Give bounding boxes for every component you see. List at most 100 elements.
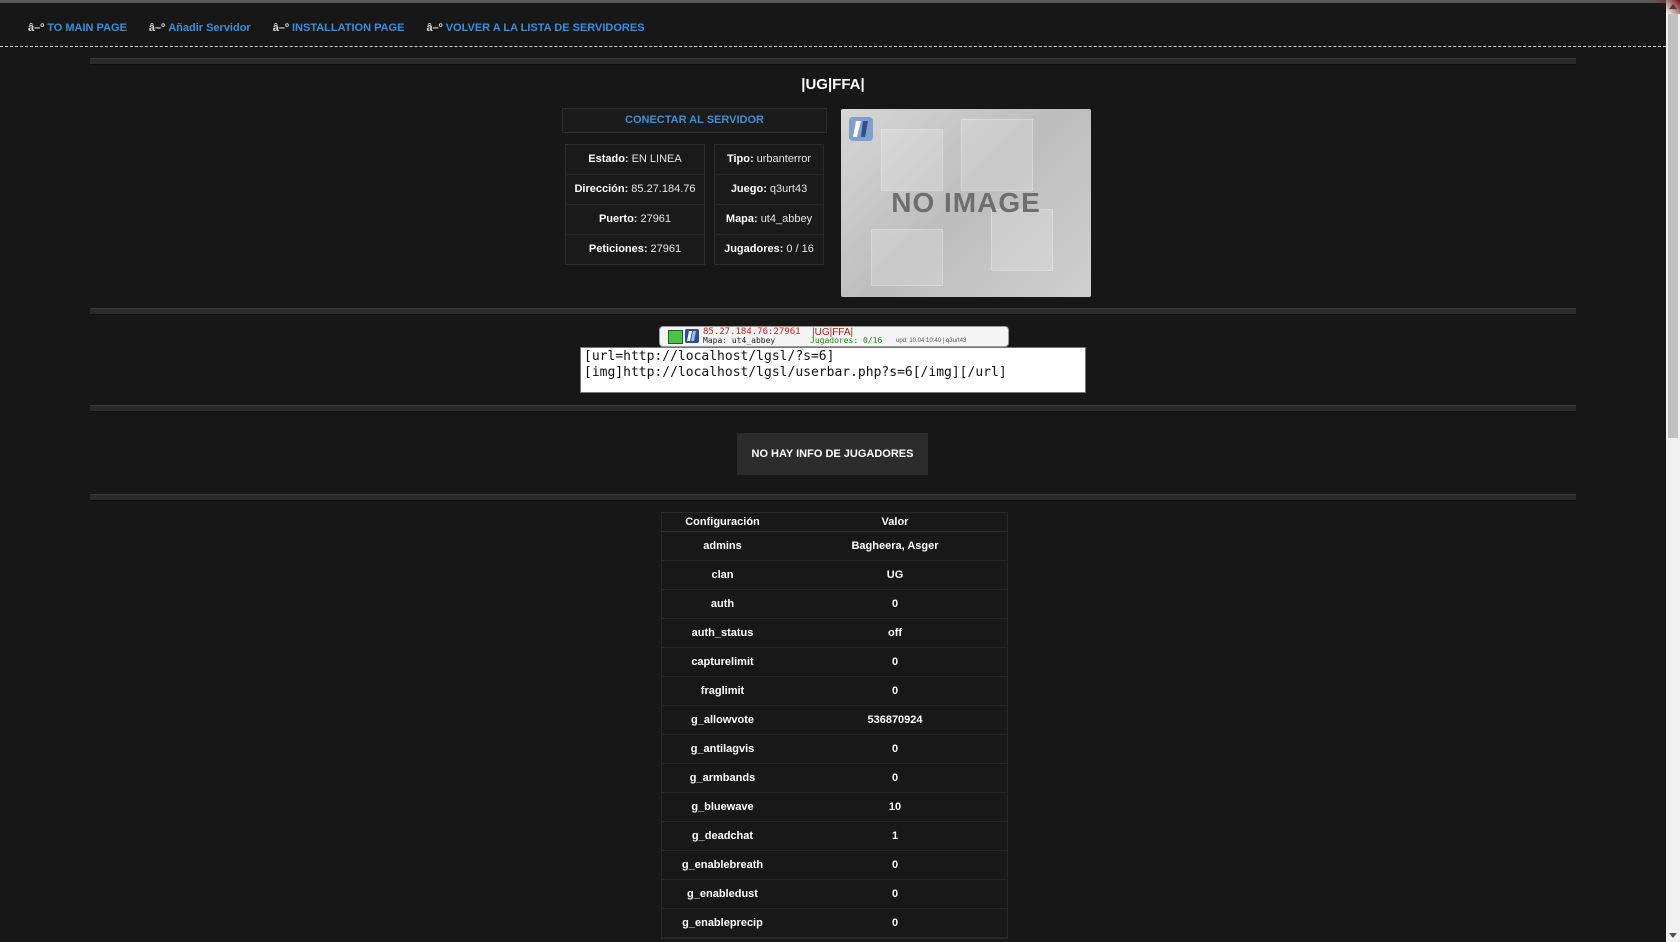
nav-link-add-server[interactable]: â–º Añadir Servidor <box>149 22 251 34</box>
info-value: 27961 <box>640 213 672 225</box>
info-value: 0 / 16 <box>786 243 814 255</box>
config-key: auth_status <box>691 627 754 639</box>
info-key: Tipo: <box>726 153 754 165</box>
status-online-icon <box>668 330 683 344</box>
info-value: ut4_abbey <box>760 213 813 225</box>
info-value: urbanterror <box>756 153 812 165</box>
info-key: Mapa: <box>725 213 758 225</box>
config-value: 0 <box>891 685 899 697</box>
server-game-panel: Tipo: urbanterror Juego: q3urt43 Mapa: ut4_… <box>714 144 824 265</box>
info-value: EN LINEA <box>631 153 682 165</box>
config-row: g_enableprecip 0 <box>662 909 1007 938</box>
config-value: 10 <box>888 801 902 813</box>
config-value: Bagheera, Asger <box>851 540 939 552</box>
scrollbar-thumb[interactable] <box>1668 14 1678 438</box>
section-divider <box>90 308 1576 315</box>
no-player-info-notice: NO HAY INFO DE JUGADORES <box>737 433 928 475</box>
config-key: g_armbands <box>689 772 756 784</box>
scroll-down-arrow-icon[interactable] <box>1669 933 1677 938</box>
config-header-setting: Configuración <box>685 516 760 528</box>
queries-row: Peticiones: 27961 <box>566 235 704 264</box>
config-key: auth <box>710 598 735 610</box>
config-value: 0 <box>891 772 899 784</box>
info-key: Peticiones: <box>588 243 648 255</box>
map-row: Mapa: ut4_abbey <box>715 205 823 235</box>
config-key: g_enableprecip <box>682 917 763 929</box>
bbcode-textarea[interactable]: [url=http://localhost/lgsl/?s=6] [img]ht… <box>580 347 1086 393</box>
config-header-value: Valor <box>881 516 909 528</box>
nav-link-label: Añadir Servidor <box>168 22 251 34</box>
config-key: g_deadchat <box>691 830 754 842</box>
info-key: Juego: <box>730 183 767 195</box>
nav-link-server-list[interactable]: â–º VOLVER A LA LISTA DE SERVIDORES <box>426 22 644 34</box>
config-row: auth 0 <box>662 590 1007 619</box>
config-table-header: Configuración Valor <box>662 513 1007 532</box>
server-title: |UG|FFA| <box>801 76 865 93</box>
config-value: off <box>887 627 903 639</box>
nav-links: â–º TO MAIN PAGE â–º Añadir Servidor â–º IN… <box>28 22 645 34</box>
config-row: auth_status off <box>662 619 1007 648</box>
config-key: capturelimit <box>691 656 754 668</box>
nav-link-label: VOLVER A LA LISTA DE SERVIDORES <box>445 22 645 34</box>
nav-link-label: INSTALLATION PAGE <box>291 22 405 34</box>
map-image: NO IMAGE <box>841 109 1091 297</box>
port-row: Puerto: 27961 <box>566 205 704 235</box>
section-divider <box>90 58 1576 65</box>
info-value: q3urt43 <box>769 183 808 195</box>
config-key: g_allowvote <box>691 714 754 726</box>
userbar-preview: 85.27.184.76:27961 Mapa: ut4_abbey |UG|F… <box>659 326 1009 347</box>
config-row: g_antilagvis 0 <box>662 735 1007 764</box>
config-key: admins <box>703 540 742 552</box>
config-value: 1 <box>891 830 899 842</box>
nav-bullet: â–º <box>148 22 166 34</box>
config-row: g_deadchat 1 <box>662 822 1007 851</box>
info-key: Jugadores: <box>724 243 784 255</box>
config-key: clan <box>711 569 734 581</box>
map-image-cube <box>961 119 1033 191</box>
map-image-cube <box>881 129 943 191</box>
connect-server-button[interactable]: CONECTAR AL SERVIDOR <box>562 108 827 133</box>
players-row: Jugadores: 0 / 16 <box>715 235 823 264</box>
info-key: Estado: <box>588 153 629 165</box>
nav-bullet: â–º <box>272 22 289 34</box>
game-icon <box>685 329 699 343</box>
config-key: g_bluewave <box>691 801 754 813</box>
config-value: 0 <box>891 859 899 871</box>
info-value: 85.27.184.76 <box>631 183 696 195</box>
nav-link-main-page[interactable]: â–º TO MAIN PAGE <box>28 22 127 34</box>
nav-bullet: â–º <box>28 22 45 34</box>
nav-bullet: â–º <box>426 22 443 34</box>
config-value: 536870924 <box>867 714 923 726</box>
config-value: 0 <box>891 598 899 610</box>
info-key: Dirección: <box>574 183 629 195</box>
nav-link-label: TO MAIN PAGE <box>47 22 127 34</box>
vertical-scrollbar[interactable] <box>1666 0 1680 942</box>
config-value: 0 <box>891 888 899 900</box>
nav-divider <box>0 46 1666 47</box>
config-key: g_enabledust <box>687 888 758 900</box>
nav-link-installation[interactable]: â–º INSTALLATION PAGE <box>273 22 405 34</box>
address-row: Dirección: 85.27.184.76 <box>566 175 704 205</box>
top-navigation: â–º TO MAIN PAGE â–º Añadir Servidor â–º IN… <box>0 0 1666 47</box>
config-key: g_antilagvis <box>690 743 755 755</box>
config-table-body: admins Bagheera, Asger clan UG auth 0 auth_sta… <box>662 532 1007 938</box>
server-status-panel: Estado: EN LINEA Dirección: 85.27.184.76 P… <box>565 144 705 265</box>
section-divider <box>90 494 1576 501</box>
config-row: g_allowvote 536870924 <box>662 706 1007 735</box>
config-row: fraglimit 0 <box>662 677 1007 706</box>
userbar-updated: upd: 10.04 10:40 | q3urt43 <box>896 338 967 344</box>
config-row: g_enabledust 0 <box>662 880 1007 909</box>
config-row: g_bluewave 10 <box>662 793 1007 822</box>
status-row: Estado: EN LINEA <box>566 145 704 175</box>
config-key: fraglimit <box>700 685 745 697</box>
info-value: 27961 <box>650 243 682 255</box>
type-row: Tipo: urbanterror <box>715 145 823 175</box>
config-row: clan UG <box>662 561 1007 590</box>
map-image-cube <box>871 229 943 286</box>
bbcode-line: [img]http://localhost/lgsl/userbar.php?s… <box>584 365 1007 380</box>
config-key: g_enablebreath <box>681 859 764 871</box>
config-value: 0 <box>891 917 899 929</box>
info-key: Puerto: <box>598 213 638 225</box>
server-config-table: Configuración Valor admins Bagheera, Asge… <box>661 512 1008 939</box>
config-value: UG <box>886 569 904 581</box>
